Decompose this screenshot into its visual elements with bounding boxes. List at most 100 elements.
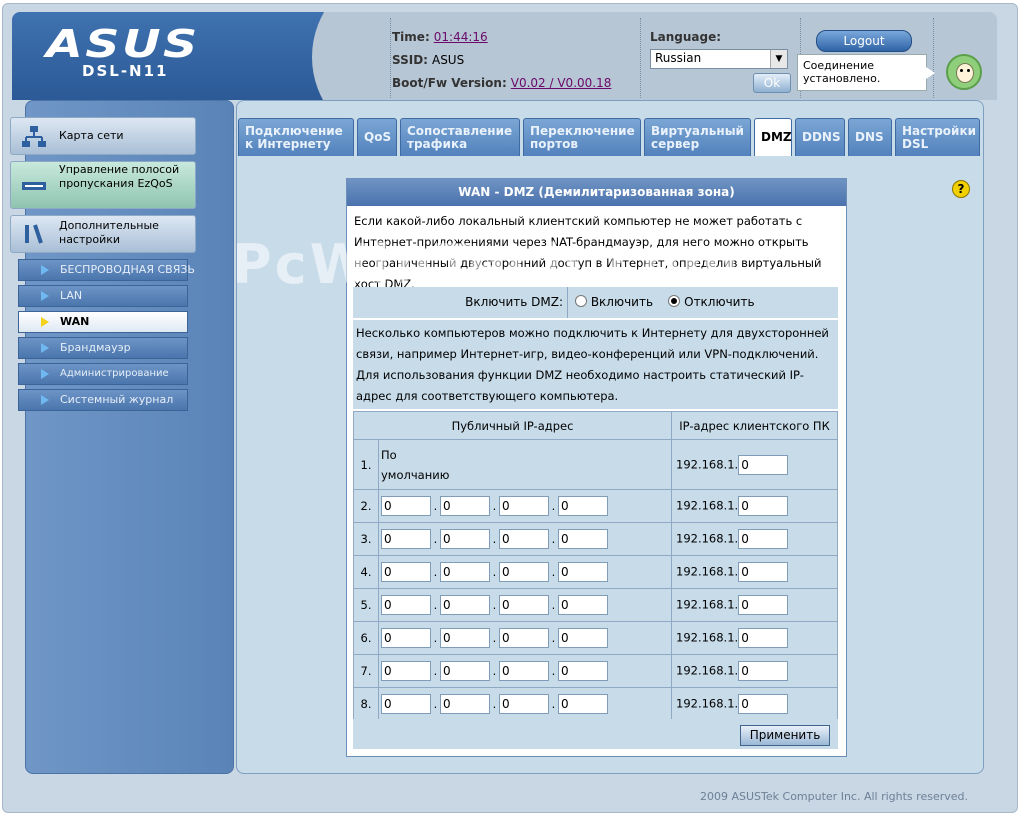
ssid-value: ASUS (431, 53, 465, 67)
default-label-line1: По (381, 447, 397, 462)
tab-internet[interactable]: Подключение к Интернету (238, 118, 354, 156)
sidebar-item-advanced[interactable]: Дополнительные настройки (10, 215, 196, 253)
public-ip-octet-input[interactable]: 0 (381, 694, 431, 714)
public-ip-octet-input[interactable]: 0 (499, 496, 549, 516)
client-ip-input[interactable]: 0 (738, 661, 789, 681)
public-ip-octet-input[interactable]: 0 (499, 694, 549, 714)
public-ip-octet-input[interactable]: 0 (381, 595, 431, 615)
table-row: 4. 0.0.0.0 192.168.1. 0 (353, 555, 838, 589)
row-number: 4. (353, 555, 379, 589)
radio-enable[interactable] (575, 295, 587, 307)
arrow-right-icon (41, 395, 49, 405)
public-ip-octet-input[interactable]: 0 (499, 529, 549, 549)
client-ip-input[interactable]: 0 (738, 694, 789, 714)
language-label: Language: (650, 30, 722, 44)
sidebar-item-label: Системный журнал (60, 393, 174, 406)
client-ip-input[interactable]: 0 (738, 496, 789, 516)
tab-dsl-settings[interactable]: Настройки DSL (895, 118, 980, 156)
public-ip-octet-input[interactable]: 0 (440, 562, 490, 582)
chevron-down-icon[interactable]: ▼ (770, 50, 787, 68)
public-ip-octet-input[interactable]: 0 (440, 529, 490, 549)
tab-dns[interactable]: DNS (848, 118, 892, 156)
ip-prefix: 192.168.1. (676, 630, 739, 645)
public-ip-octet-input[interactable]: 0 (499, 595, 549, 615)
language-select[interactable]: Russian ▼ (650, 49, 788, 69)
ip-prefix: 192.168.1. (676, 457, 739, 471)
fw-label: Boot/Fw Version: (392, 76, 507, 90)
row-number: 5. (353, 588, 379, 622)
public-ip-octet-input[interactable]: 0 (440, 694, 490, 714)
arrow-right-icon (41, 369, 49, 379)
client-ip-input[interactable]: 0 (738, 454, 789, 475)
network-map-icon (22, 126, 46, 147)
public-ip-octet-input[interactable]: 0 (440, 595, 490, 615)
client-ip-input[interactable]: 0 (738, 529, 789, 549)
public-ip-octet-input[interactable]: 0 (381, 496, 431, 516)
fw-link[interactable]: V0.02 / V0.00.18 (511, 76, 612, 90)
sidebar-item-network-map[interactable]: Карта сети (10, 117, 196, 155)
public-ip-octet-input[interactable]: 0 (499, 628, 549, 648)
sidebar-item-wireless[interactable]: БЕСПРОВОДНАЯ СВЯЗЬ (18, 259, 195, 281)
divider (390, 18, 391, 98)
connection-status: Соединение установлено. (797, 54, 935, 91)
radio-disable[interactable] (668, 295, 681, 307)
client-ip-input[interactable]: 0 (738, 562, 789, 582)
row-number: 2. (353, 489, 379, 523)
public-ip-octet-input[interactable]: 0 (499, 562, 549, 582)
time-link[interactable]: 01:44:16 (434, 30, 488, 44)
ok-button[interactable]: Ok (753, 73, 791, 93)
logout-button[interactable]: Logout (816, 30, 912, 52)
apply-button[interactable]: Применить (740, 725, 830, 746)
sidebar-item-label: Управление полосой пропускания EzQoS (59, 163, 180, 190)
col-public-ip: Публичный IP-адрес (353, 411, 672, 440)
arrow-right-icon (41, 291, 49, 301)
public-ip-octet-input[interactable]: 0 (558, 661, 608, 681)
client-ip-input[interactable]: 0 (738, 628, 789, 648)
divider (640, 18, 641, 98)
watermark: PcWinTech.com (232, 233, 742, 296)
client-ip-input[interactable]: 0 (738, 595, 789, 615)
logo-panel: ASUS DSL-N11 (12, 12, 472, 100)
sidebar-item-label: Дополнительные настройки (59, 219, 159, 246)
sidebar-item-admin[interactable]: Администрирование (18, 363, 188, 385)
public-ip-octet-input[interactable]: 0 (381, 661, 431, 681)
public-ip-octet-input[interactable]: 0 (440, 661, 490, 681)
radio-disable-label: Отключить (684, 295, 755, 309)
sidebar-item-firewall[interactable]: Брандмауэр (18, 337, 188, 359)
public-ip-octet-input[interactable]: 0 (558, 595, 608, 615)
tab-virtual-server[interactable]: Виртуальный сервер (644, 118, 751, 156)
table-row: 5. 0.0.0.0 192.168.1. 0 (353, 588, 838, 622)
tab-dmz[interactable]: DMZ (754, 118, 792, 156)
arrow-right-icon (41, 317, 49, 327)
tab-traffic-mapping[interactable]: Сопоставление трафика (400, 118, 520, 156)
public-ip-octet-input[interactable]: 0 (381, 562, 431, 582)
public-ip-octet-input[interactable]: 0 (558, 562, 608, 582)
col-client-ip: IP-адрес клиентского ПК (671, 411, 838, 440)
help-icon[interactable]: ? (952, 180, 970, 198)
dmz-table: Публичный IP-адрес IP-адрес клиентского … (353, 411, 838, 721)
time-label: Time: (392, 30, 430, 44)
tools-icon (25, 224, 43, 244)
public-ip-octet-input[interactable]: 0 (558, 628, 608, 648)
sidebar-item-syslog[interactable]: Системный журнал (18, 389, 188, 411)
public-ip-octet-input[interactable]: 0 (558, 529, 608, 549)
tab-qos[interactable]: QoS (357, 118, 397, 156)
table-row: 8. 0.0.0.0 192.168.1. 0 (353, 687, 838, 721)
public-ip-octet-input[interactable]: 0 (558, 496, 608, 516)
tab-port-switching[interactable]: Переключение портов (523, 118, 641, 156)
arrow-right-icon (41, 265, 49, 275)
public-ip-octet-input[interactable]: 0 (381, 628, 431, 648)
sidebar-item-wan[interactable]: WAN (18, 311, 188, 333)
router-info: Time: 01:44:16 SSID: ASUS Boot/Fw Version:… (392, 30, 611, 99)
ip-prefix: 192.168.1. (676, 498, 739, 513)
public-ip-octet-input[interactable]: 0 (440, 496, 490, 516)
public-ip-octet-input[interactable]: 0 (499, 661, 549, 681)
sidebar-item-ezqos[interactable]: Управление полосой пропускания EzQoS (10, 161, 196, 209)
public-ip-octet-input[interactable]: 0 (558, 694, 608, 714)
ip-prefix: 192.168.1. (676, 663, 739, 678)
public-ip-octet-input[interactable]: 0 (440, 628, 490, 648)
sidebar-item-lan[interactable]: LAN (18, 285, 188, 307)
language-value: Russian (655, 51, 702, 65)
tab-ddns[interactable]: DDNS (795, 118, 845, 156)
public-ip-octet-input[interactable]: 0 (381, 529, 431, 549)
